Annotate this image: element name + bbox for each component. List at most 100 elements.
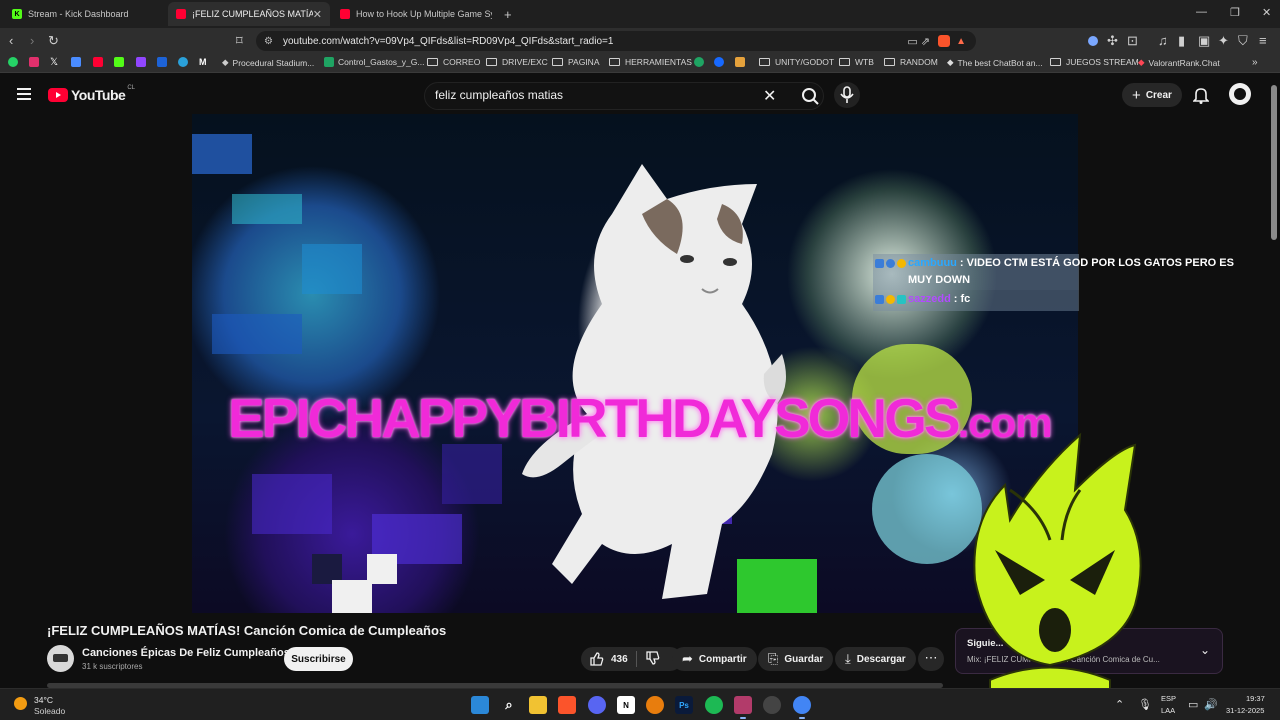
account-avatar[interactable]	[1229, 83, 1251, 105]
file-explorer-icon[interactable]	[529, 696, 547, 714]
minimize-icon[interactable]: —	[1196, 6, 1207, 18]
whatsapp-bookmark[interactable]	[8, 57, 22, 67]
channel-avatar[interactable]	[47, 645, 74, 672]
spotify-icon[interactable]	[705, 696, 723, 714]
notifications-button[interactable]	[1192, 86, 1210, 109]
bookmark-folder-juegos-stream[interactable]: JUEGOS STREAM	[1050, 57, 1139, 67]
puzzle-icon[interactable]: ✣	[1107, 33, 1118, 49]
tab-kick-dashboard[interactable]: K Stream - Kick Dashboard	[4, 2, 166, 26]
more-bookmarks-icon[interactable]: »	[1252, 57, 1258, 68]
dislike-button[interactable]	[645, 650, 661, 669]
brave-icon[interactable]	[558, 696, 576, 714]
bookmark-ext-2[interactable]	[735, 57, 749, 67]
bookmark-folder-unity-godot[interactable]: UNITY/GODOT	[759, 57, 834, 67]
bookmark-folder-random[interactable]: RANDOM	[884, 57, 938, 67]
keyboard-layout-indicator[interactable]: LAA	[1161, 706, 1175, 715]
subscribe-button[interactable]: Suscribirse	[284, 647, 353, 671]
search-icon[interactable]: ⌕	[500, 696, 518, 714]
photoshop-icon[interactable]: Ps	[675, 696, 693, 714]
bookmark-folder-pagina[interactable]: PAGINA	[552, 57, 600, 67]
language-indicator[interactable]: ESP	[1161, 694, 1176, 703]
bookmark-procedural-stadium[interactable]: ◆ Procedural Stadium...	[222, 57, 314, 68]
close-tab-icon[interactable]: ✕	[313, 8, 322, 21]
obs-icon[interactable]	[763, 696, 781, 714]
tab-youtube-hook-up[interactable]: How to Hook Up Multiple Game Syst	[332, 2, 492, 26]
wallet-icon[interactable]: ▣	[1198, 33, 1210, 49]
microphone-icon[interactable]: 🎙	[1138, 698, 1152, 711]
video-player[interactable]: EPICHAPPYBIRTHDAYSONGS.com	[192, 114, 1078, 613]
start-icon[interactable]	[471, 696, 489, 714]
volume-icon[interactable]: 🔊	[1204, 698, 1218, 711]
bookmark-folder-correo[interactable]: CORREO	[427, 57, 480, 67]
kick-bookmark[interactable]	[114, 57, 128, 67]
close-window-icon[interactable]: ✕	[1262, 6, 1271, 19]
gmail-bookmark[interactable]: M	[199, 57, 207, 67]
bell-icon	[1192, 88, 1210, 104]
download-button[interactable]: ⤓ Descargar	[835, 647, 916, 671]
menu-icon[interactable]	[17, 88, 31, 100]
extension-icon[interactable]	[1088, 36, 1098, 46]
telegram-bookmark[interactable]	[178, 57, 192, 67]
clock-date[interactable]: 31-12-2025	[1226, 706, 1264, 715]
bookmark-behance[interactable]	[714, 57, 728, 67]
clear-search-icon[interactable]: ✕	[763, 86, 776, 106]
tab-label: How to Hook Up Multiple Game Syst	[356, 9, 492, 19]
menu-icon[interactable]: ≡	[1259, 33, 1267, 49]
weather-condition[interactable]: Soleado	[34, 706, 65, 716]
vpn-icon[interactable]: ⛉	[1238, 33, 1248, 49]
bookmark-folder-drive[interactable]: DRIVE/EXC	[486, 57, 548, 67]
bookmark-icon[interactable]: ⌑	[236, 33, 243, 49]
music-icon[interactable]: ♫	[1158, 33, 1168, 49]
tab-youtube-feliz-cumpleanos[interactable]: ¡FELIZ CUMPLEAÑOS MATÍAS! C ✕	[168, 2, 330, 26]
bookmark-folder-herramientas[interactable]: HERRAMIENTAS	[609, 57, 692, 67]
brave-shield-icon[interactable]	[938, 35, 951, 47]
paypal-bookmark[interactable]	[157, 57, 171, 67]
save-icon: ⎘	[768, 651, 779, 666]
chrome-icon[interactable]	[793, 696, 811, 719]
chevron-down-icon[interactable]: ⌄	[1200, 643, 1210, 657]
save-button[interactable]: ⎘ Guardar	[758, 647, 834, 671]
bookmark-valorantrank[interactable]: ◆ ValorantRank.Chat	[1138, 57, 1220, 68]
create-button[interactable]: + Crear	[1122, 83, 1182, 107]
mail-bookmark[interactable]	[71, 57, 85, 67]
restore-icon[interactable]: ❐	[1230, 6, 1240, 19]
chat-message: cambuuu: VIDEO CTM ESTÁ GOD POR LOS GATO…	[873, 254, 1253, 290]
instagram-icon	[29, 57, 39, 67]
network-icon[interactable]: ▭	[1188, 698, 1198, 711]
search-button[interactable]	[795, 83, 825, 109]
twitch-bookmark[interactable]	[136, 57, 150, 67]
back-icon[interactable]: ‹	[9, 33, 13, 49]
sidebar-icon[interactable]: ▮	[1178, 33, 1185, 49]
leo-ai-icon[interactable]: ✦	[1218, 33, 1229, 49]
chevron-up-icon[interactable]: ⌃	[1115, 698, 1124, 711]
like-button[interactable]: 436	[589, 651, 628, 667]
blender-icon[interactable]	[646, 696, 664, 714]
streaming-app-icon[interactable]	[734, 696, 752, 719]
forward-icon[interactable]: ›	[30, 33, 34, 49]
reload-icon[interactable]: ↻	[48, 33, 59, 49]
screenshot-icon[interactable]: ⊡	[1127, 33, 1138, 49]
bookmark-control-gastos[interactable]: Control_Gastos_y_G...	[324, 57, 424, 67]
notion-icon[interactable]: N	[617, 696, 635, 714]
new-tab-button[interactable]: +	[496, 2, 516, 26]
more-actions-button[interactable]: ⋯	[918, 647, 944, 671]
channel-name[interactable]: Canciones Épicas De Feliz Cumpleaños	[82, 647, 290, 659]
cast-icon[interactable]: ▭ ⇗	[907, 35, 930, 48]
bookmark-chatbot[interactable]: ◆ The best ChatBot an...	[947, 57, 1043, 68]
clock-time[interactable]: 19:37	[1246, 694, 1265, 703]
x-bookmark[interactable]: 𝕏	[50, 57, 58, 68]
youtube-bookmark[interactable]	[93, 57, 107, 67]
youtube-logo[interactable]: YouTube CL	[48, 85, 135, 103]
share-button[interactable]: ➦ Compartir	[672, 647, 757, 671]
page-scrollbar[interactable]	[1271, 85, 1277, 240]
voice-search-button[interactable]	[834, 82, 860, 108]
instagram-bookmark[interactable]	[29, 57, 43, 67]
search-input[interactable]	[435, 88, 755, 102]
weather-temperature[interactable]: 34°C	[34, 695, 53, 705]
site-info-icon[interactable]: ⚙	[264, 36, 273, 47]
bookmark-ext-1[interactable]	[694, 57, 708, 67]
discord-icon[interactable]	[588, 696, 606, 714]
bookmark-folder-wtb[interactable]: WTB	[839, 57, 874, 67]
brave-rewards-icon[interactable]: ▲	[956, 36, 966, 47]
address-bar[interactable]: ⚙ youtube.com/watch?v=09Vp4_QIFds&list=R…	[256, 31, 976, 51]
